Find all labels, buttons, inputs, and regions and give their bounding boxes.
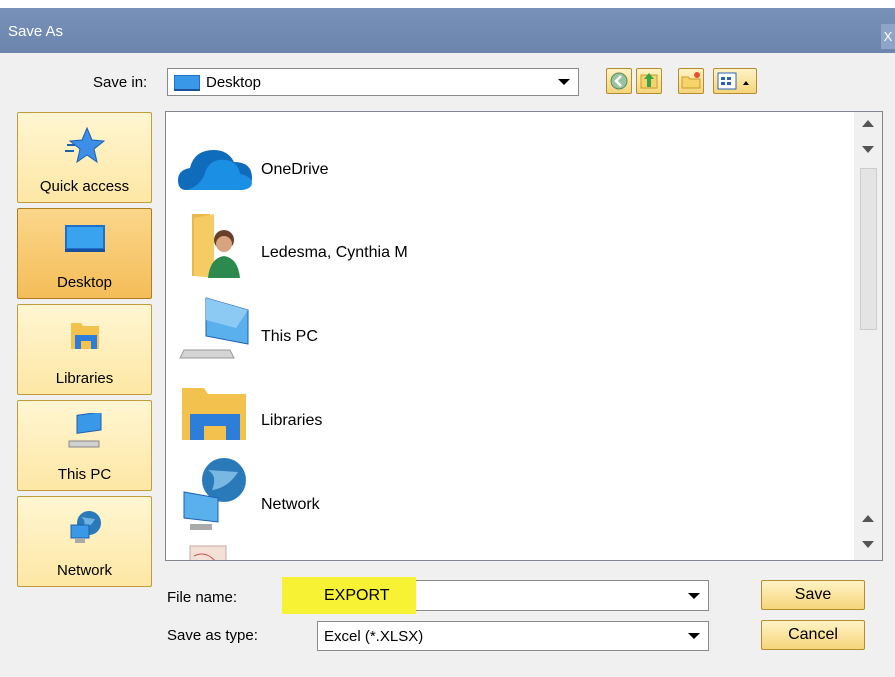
save-button[interactable]: Save <box>761 580 865 610</box>
file-name-value: EXPORT <box>324 587 390 604</box>
place-label: Quick access <box>39 178 130 195</box>
star-icon <box>64 126 105 164</box>
save-as-type-value: Excel (*.XLSX) <box>324 628 424 645</box>
list-item[interactable]: This PC <box>176 288 816 368</box>
libraries-icon <box>182 388 246 440</box>
window-title: Save As <box>8 23 64 40</box>
up-one-level-icon <box>640 73 658 89</box>
network-icon <box>70 511 101 543</box>
new-folder-icon <box>681 72 701 89</box>
view-menu-button[interactable] <box>713 68 757 94</box>
new-folder-button[interactable] <box>678 68 704 94</box>
document-icon <box>189 545 227 560</box>
place-this-pc[interactable]: This PC <box>17 400 152 491</box>
save-as-type-label: Save as type: <box>167 627 258 644</box>
save-as-type-dropdown[interactable]: Excel (*.XLSX) <box>317 621 709 651</box>
libraries-icon <box>70 323 99 349</box>
scroll-up-icon[interactable] <box>862 120 874 127</box>
save-in-value: Desktop <box>206 74 262 91</box>
list-item[interactable]: OneDrive <box>176 120 816 200</box>
file-list[interactable]: OneDrive Ledesma, Cynthia M This PC Libr… <box>165 111 883 561</box>
up-one-level-button[interactable] <box>636 68 662 94</box>
close-icon[interactable]: X <box>881 24 895 49</box>
place-quick-access[interactable]: Quick access <box>17 112 152 203</box>
item-name: Ledesma, Cynthia M <box>261 244 408 261</box>
file-list-scrollbar[interactable] <box>854 112 882 560</box>
scroll-up-icon[interactable] <box>862 515 874 522</box>
user-folder-icon <box>192 214 240 278</box>
scroll-down-icon[interactable] <box>862 146 874 153</box>
list-item[interactable]: Libraries <box>176 372 816 452</box>
place-label: Desktop <box>56 274 113 291</box>
onedrive-icon <box>178 150 252 190</box>
view-menu-icon <box>717 72 749 90</box>
place-label: Network <box>56 562 112 579</box>
list-item[interactable]: Network <box>176 456 816 536</box>
list-item-partial[interactable] <box>176 540 816 560</box>
title-bar: Save As X <box>0 8 895 53</box>
item-name: OneDrive <box>261 161 329 178</box>
desktop-icon <box>64 225 105 252</box>
cancel-button[interactable]: Cancel <box>761 620 865 650</box>
places-bar: Quick access Desktop Libraries This PC N… <box>14 112 156 587</box>
place-label: Libraries <box>55 370 114 387</box>
scroll-down-icon[interactable] <box>862 541 874 548</box>
chevron-down-icon[interactable] <box>688 592 700 599</box>
scroll-thumb[interactable] <box>860 168 877 330</box>
item-name: Libraries <box>261 412 323 429</box>
chevron-down-icon[interactable] <box>688 633 700 639</box>
file-name-label: File name: <box>167 589 238 606</box>
place-libraries[interactable]: Libraries <box>17 304 152 395</box>
place-network[interactable]: Network <box>17 496 152 587</box>
computer-icon <box>68 413 101 448</box>
save-in-dropdown[interactable]: Desktop <box>167 68 579 96</box>
file-name-input[interactable]: EXPORT <box>282 577 709 614</box>
top-strip <box>0 0 895 8</box>
network-icon <box>183 458 246 530</box>
chevron-down-icon[interactable] <box>558 79 570 85</box>
desktop-icon <box>174 75 200 91</box>
place-label: This PC <box>57 466 112 483</box>
back-button[interactable] <box>606 68 632 94</box>
item-name: This PC <box>261 328 318 345</box>
place-desktop[interactable]: Desktop <box>17 208 152 299</box>
list-item[interactable]: Ledesma, Cynthia M <box>176 204 816 284</box>
save-in-label: Save in: <box>93 74 148 91</box>
item-name: Network <box>261 496 320 513</box>
computer-icon <box>179 297 249 359</box>
back-icon <box>610 72 628 90</box>
